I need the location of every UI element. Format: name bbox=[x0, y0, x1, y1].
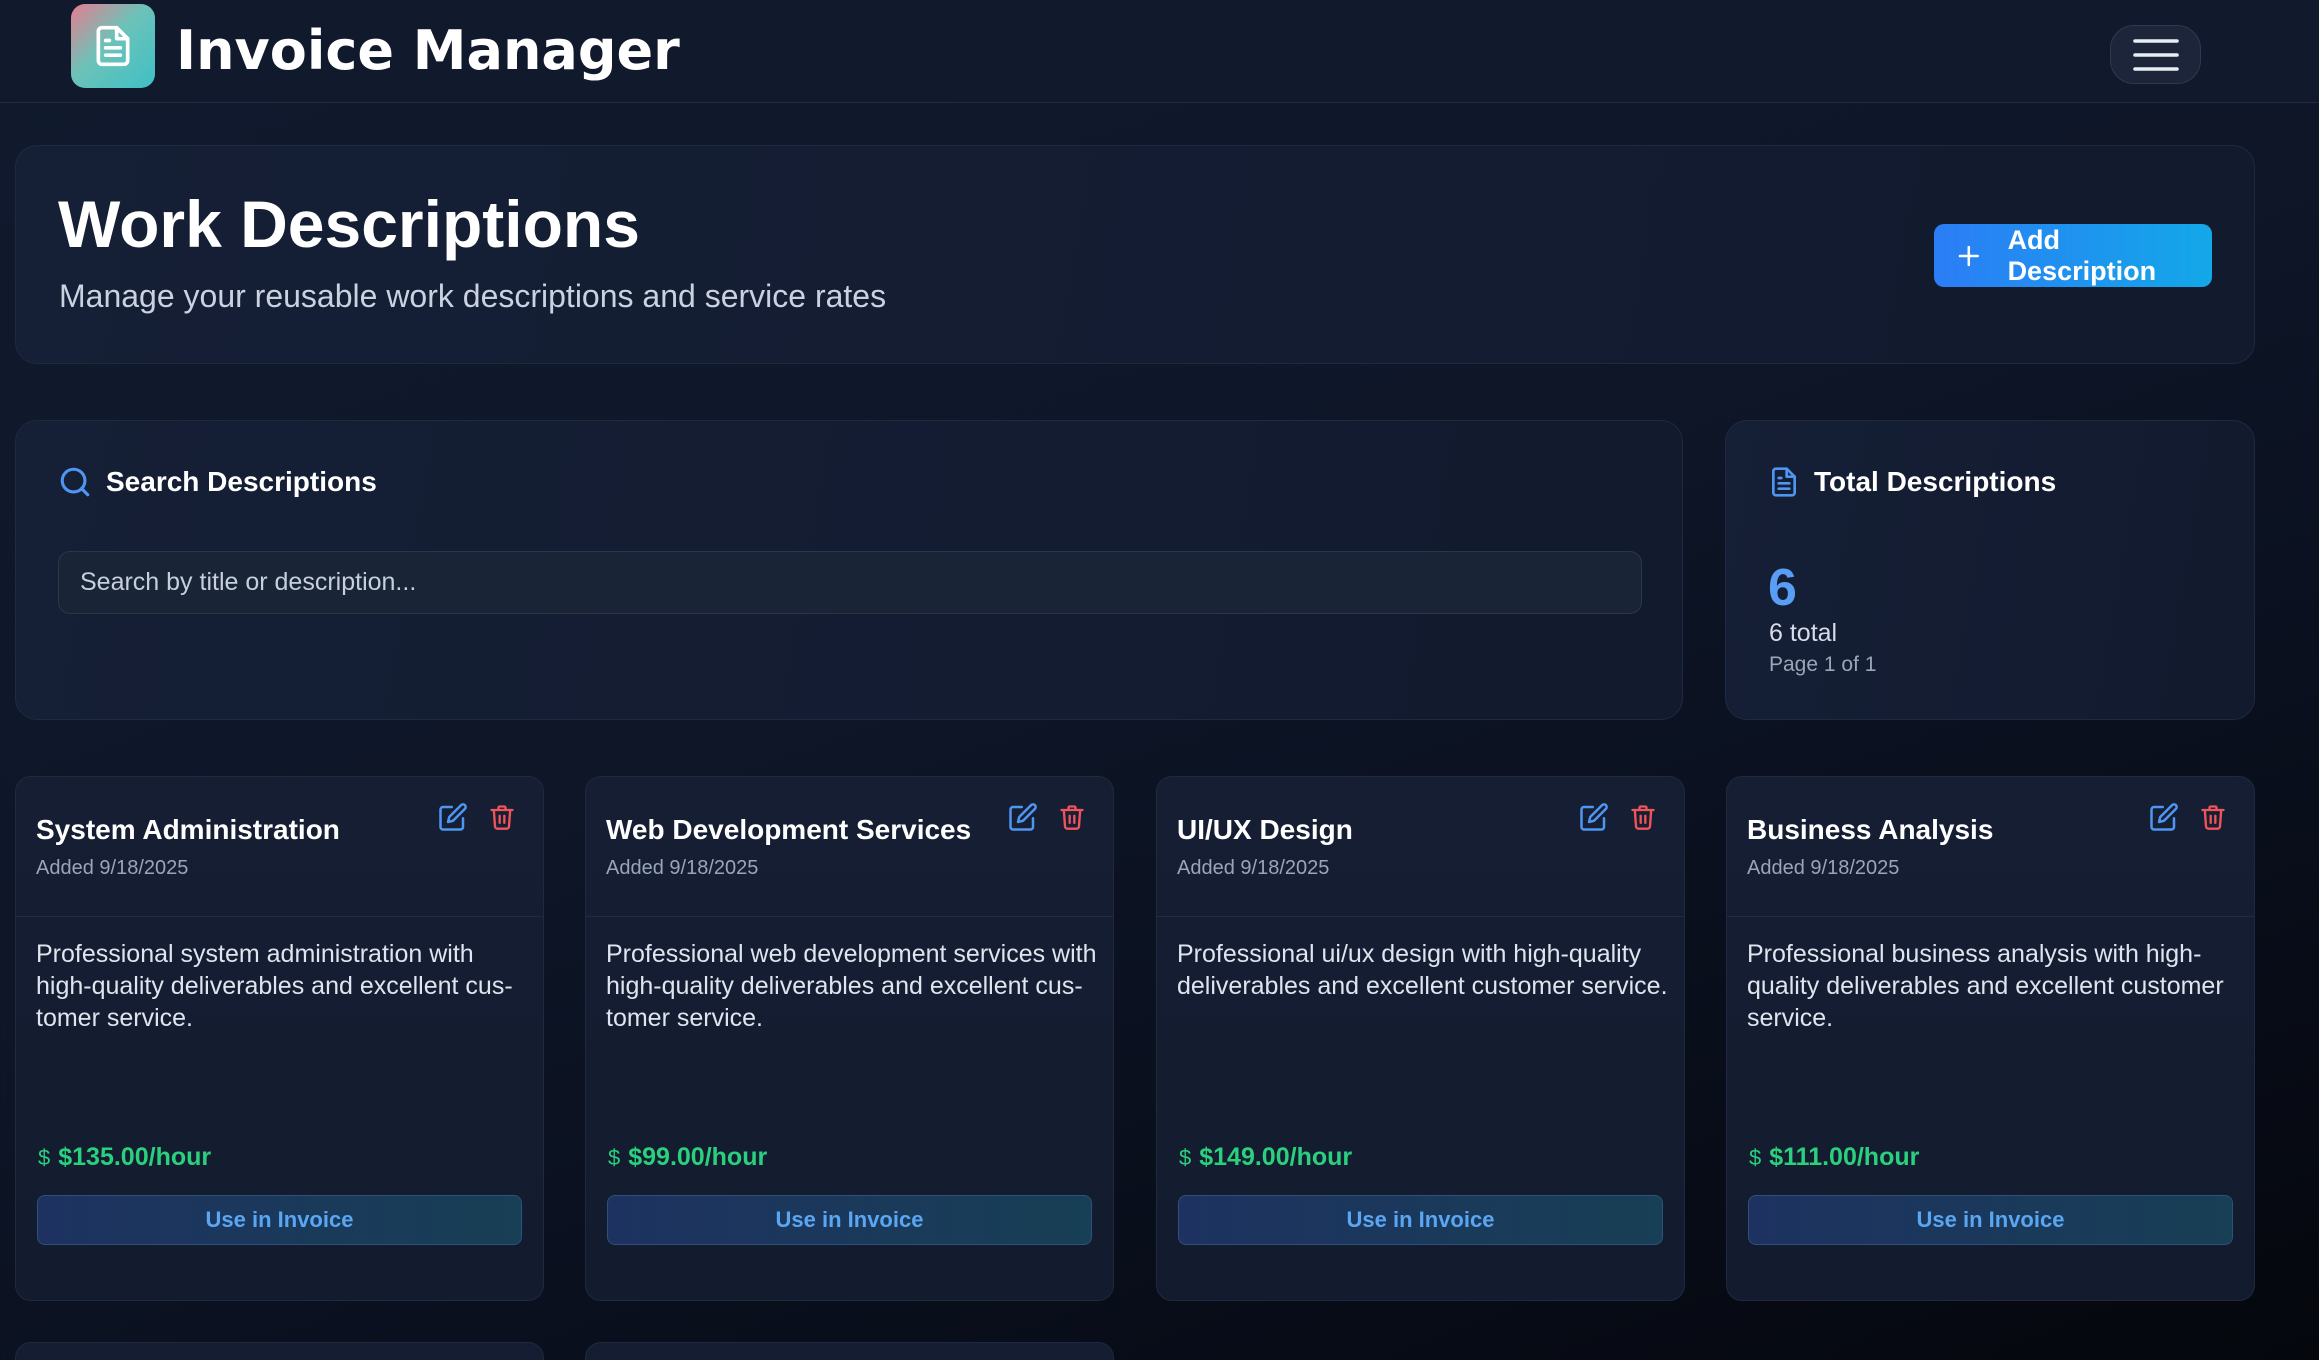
description-date: Added 9/18/2025 bbox=[1747, 857, 1900, 879]
rate-value: $149.00/hour bbox=[1199, 1143, 1353, 1171]
app-logo bbox=[71, 4, 155, 88]
description-card-header: Business Analysis Added 9/18/2025 bbox=[1727, 777, 2254, 917]
use-in-invoice-button[interactable]: Use in Invoice bbox=[1748, 1195, 2233, 1245]
description-body: Professional ui/ux design with high-qual… bbox=[1177, 940, 1668, 1000]
description-card: UI/UX Design Added 9/18/2025 Professiona… bbox=[1156, 776, 1685, 1301]
menu-button[interactable] bbox=[2110, 25, 2201, 84]
rate: $ $99.00/hour bbox=[608, 1143, 767, 1172]
description-card: Web Development Services Added 9/18/2025… bbox=[585, 776, 1114, 1301]
add-description-label: Add Description bbox=[2007, 224, 2157, 286]
dollar-icon: $ bbox=[1179, 1144, 1192, 1170]
rate-value: $135.00/hour bbox=[58, 1143, 212, 1171]
trash-icon[interactable] bbox=[1058, 802, 1086, 832]
description-title: Business Analysis bbox=[1747, 814, 1994, 845]
search-input[interactable] bbox=[58, 551, 1642, 614]
app-title: Invoice Manager bbox=[176, 19, 680, 82]
page-header-card: Work Descriptions Manage your reusable w… bbox=[15, 145, 2255, 364]
description-card-header: System Administration Added 9/18/2025 bbox=[16, 777, 543, 917]
rate: $ $135.00/hour bbox=[38, 1143, 211, 1172]
rate-value: $99.00/hour bbox=[628, 1143, 768, 1171]
description-card-partial bbox=[585, 1342, 1114, 1360]
use-in-invoice-button[interactable]: Use in Invoice bbox=[607, 1195, 1092, 1245]
description-card-partial bbox=[15, 1342, 544, 1360]
hamburger-menu-icon bbox=[2132, 38, 2179, 71]
trash-icon[interactable] bbox=[2199, 802, 2227, 832]
description-title: System Administration bbox=[36, 814, 340, 845]
description-card: Business Analysis Added 9/18/2025 Profes… bbox=[1726, 776, 2255, 1301]
use-in-invoice-button[interactable]: Use in Invoice bbox=[37, 1195, 522, 1245]
description-body: Professional business analysis with high… bbox=[1747, 940, 2224, 1032]
dollar-icon: $ bbox=[608, 1144, 621, 1170]
description-title: Web Development Services bbox=[606, 814, 972, 845]
total-count-text: 6 total bbox=[1769, 619, 1838, 647]
rate: $ $111.00/hour bbox=[1749, 1143, 1919, 1172]
use-in-invoice-button[interactable]: Use in Invoice bbox=[1178, 1195, 1663, 1245]
description-card-header: Web Development Services Added 9/18/2025 bbox=[586, 777, 1113, 917]
search-heading: Search Descriptions bbox=[58, 465, 377, 499]
total-descriptions-card: Total Descriptions 6 6 total Page 1 of 1 bbox=[1725, 420, 2255, 720]
page-title: Work Descriptions bbox=[58, 187, 640, 261]
search-icon bbox=[60, 467, 90, 497]
description-date: Added 9/18/2025 bbox=[36, 857, 189, 879]
dollar-icon: $ bbox=[1749, 1144, 1762, 1170]
total-heading: Total Descriptions bbox=[1768, 465, 2056, 499]
top-navigation-bar: Invoice Manager bbox=[0, 0, 2319, 103]
page-subtitle: Manage your reusable work descriptions a… bbox=[59, 278, 887, 314]
page-indicator: Page 1 of 1 bbox=[1769, 653, 1877, 676]
trash-icon[interactable] bbox=[1629, 802, 1657, 832]
description-body: Professional web development services wi… bbox=[606, 940, 1097, 1032]
document-icon bbox=[96, 25, 130, 67]
edit-icon[interactable] bbox=[2149, 802, 2179, 832]
rate-value: $111.00/hour bbox=[1769, 1143, 1920, 1171]
edit-icon[interactable] bbox=[438, 802, 468, 832]
description-date: Added 9/18/2025 bbox=[606, 857, 759, 879]
trash-icon[interactable] bbox=[488, 802, 516, 832]
edit-icon[interactable] bbox=[1579, 802, 1609, 832]
rate: $ $149.00/hour bbox=[1179, 1143, 1352, 1172]
total-heading-label: Total Descriptions bbox=[1814, 466, 2057, 497]
description-body: Professional system administration with … bbox=[36, 940, 513, 1032]
description-card: System Administration Added 9/18/2025 Pr… bbox=[15, 776, 544, 1301]
description-card-header: UI/UX Design Added 9/18/2025 bbox=[1157, 777, 1684, 917]
description-date: Added 9/18/2025 bbox=[1177, 857, 1330, 879]
dollar-icon: $ bbox=[38, 1144, 51, 1170]
search-heading-label: Search Descriptions bbox=[106, 466, 377, 497]
add-description-button[interactable]: Add Description bbox=[1934, 224, 2212, 287]
search-card: Search Descriptions bbox=[15, 420, 1683, 720]
edit-icon[interactable] bbox=[1008, 802, 1038, 832]
document-icon bbox=[1772, 467, 1796, 497]
plus-icon bbox=[1958, 245, 1979, 266]
total-count: 6 bbox=[1768, 559, 1797, 617]
description-title: UI/UX Design bbox=[1177, 814, 1353, 845]
